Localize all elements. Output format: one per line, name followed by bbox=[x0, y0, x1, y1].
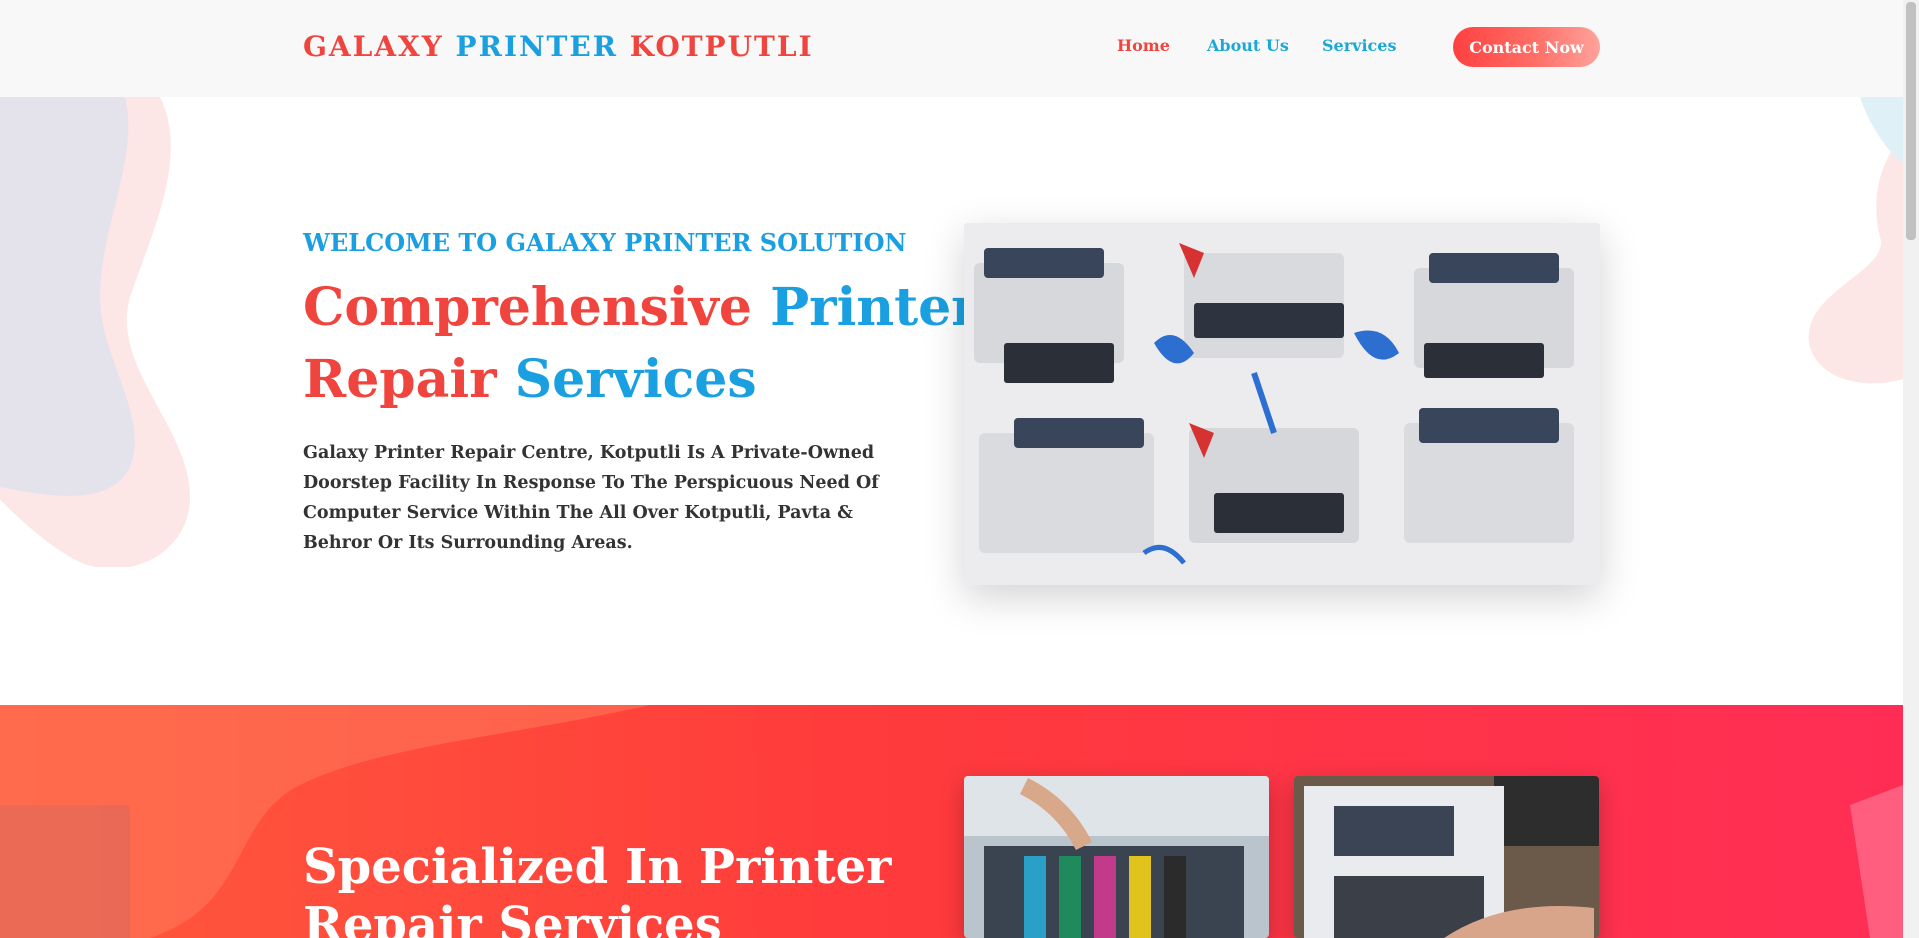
hero-title-word: Comprehensive bbox=[303, 277, 752, 338]
nav-home[interactable]: Home bbox=[1117, 36, 1170, 55]
brand-word-kotputli: KOTPUTLI bbox=[629, 30, 814, 63]
welcome-heading: WELCOME TO GALAXY PRINTER SOLUTION bbox=[303, 228, 907, 257]
printers-illustration bbox=[964, 223, 1600, 585]
hero-description: Galaxy Printer Repair Centre, Kotputli I… bbox=[303, 443, 879, 553]
hero-title-word: Printer bbox=[770, 277, 979, 338]
repair-photo-card bbox=[1294, 776, 1599, 938]
specialized-title: Specialized In Printer Repair Services bbox=[303, 838, 891, 938]
specialized-title-line: Specialized In Printer bbox=[303, 839, 892, 895]
brand-word-printer: PRINTER bbox=[455, 30, 618, 63]
scrollbar-thumb[interactable] bbox=[1906, 2, 1916, 240]
brand-word-galaxy: GALAXY bbox=[303, 30, 444, 63]
decorative-blob-left bbox=[0, 97, 190, 567]
specialized-title-line: Repair Services bbox=[303, 897, 722, 938]
nav-services[interactable]: Services bbox=[1322, 36, 1396, 55]
repair-photo-card bbox=[964, 776, 1269, 938]
contact-now-button[interactable]: Contact Now bbox=[1453, 27, 1600, 67]
hero-title: Comprehensive Printer Repair Services bbox=[303, 272, 979, 416]
nav-about-us[interactable]: About Us bbox=[1207, 36, 1289, 55]
decorative-blob-right bbox=[1808, 97, 1910, 384]
printer-cartridges-photo bbox=[964, 776, 1269, 938]
printer-repair-photo bbox=[1294, 776, 1599, 938]
hero-title-word: Services bbox=[514, 349, 757, 410]
printer-graphic bbox=[974, 248, 1124, 383]
printers-collage-image bbox=[964, 223, 1600, 585]
hero-title-word: Repair bbox=[303, 349, 497, 410]
specialized-section bbox=[0, 705, 1903, 938]
decorative-wave bbox=[0, 705, 1903, 938]
site-header: GALAXY PRINTER KOTPUTLI Home About Us Se… bbox=[0, 0, 1903, 97]
brand-logo[interactable]: GALAXY PRINTER KOTPUTLI bbox=[303, 30, 814, 63]
